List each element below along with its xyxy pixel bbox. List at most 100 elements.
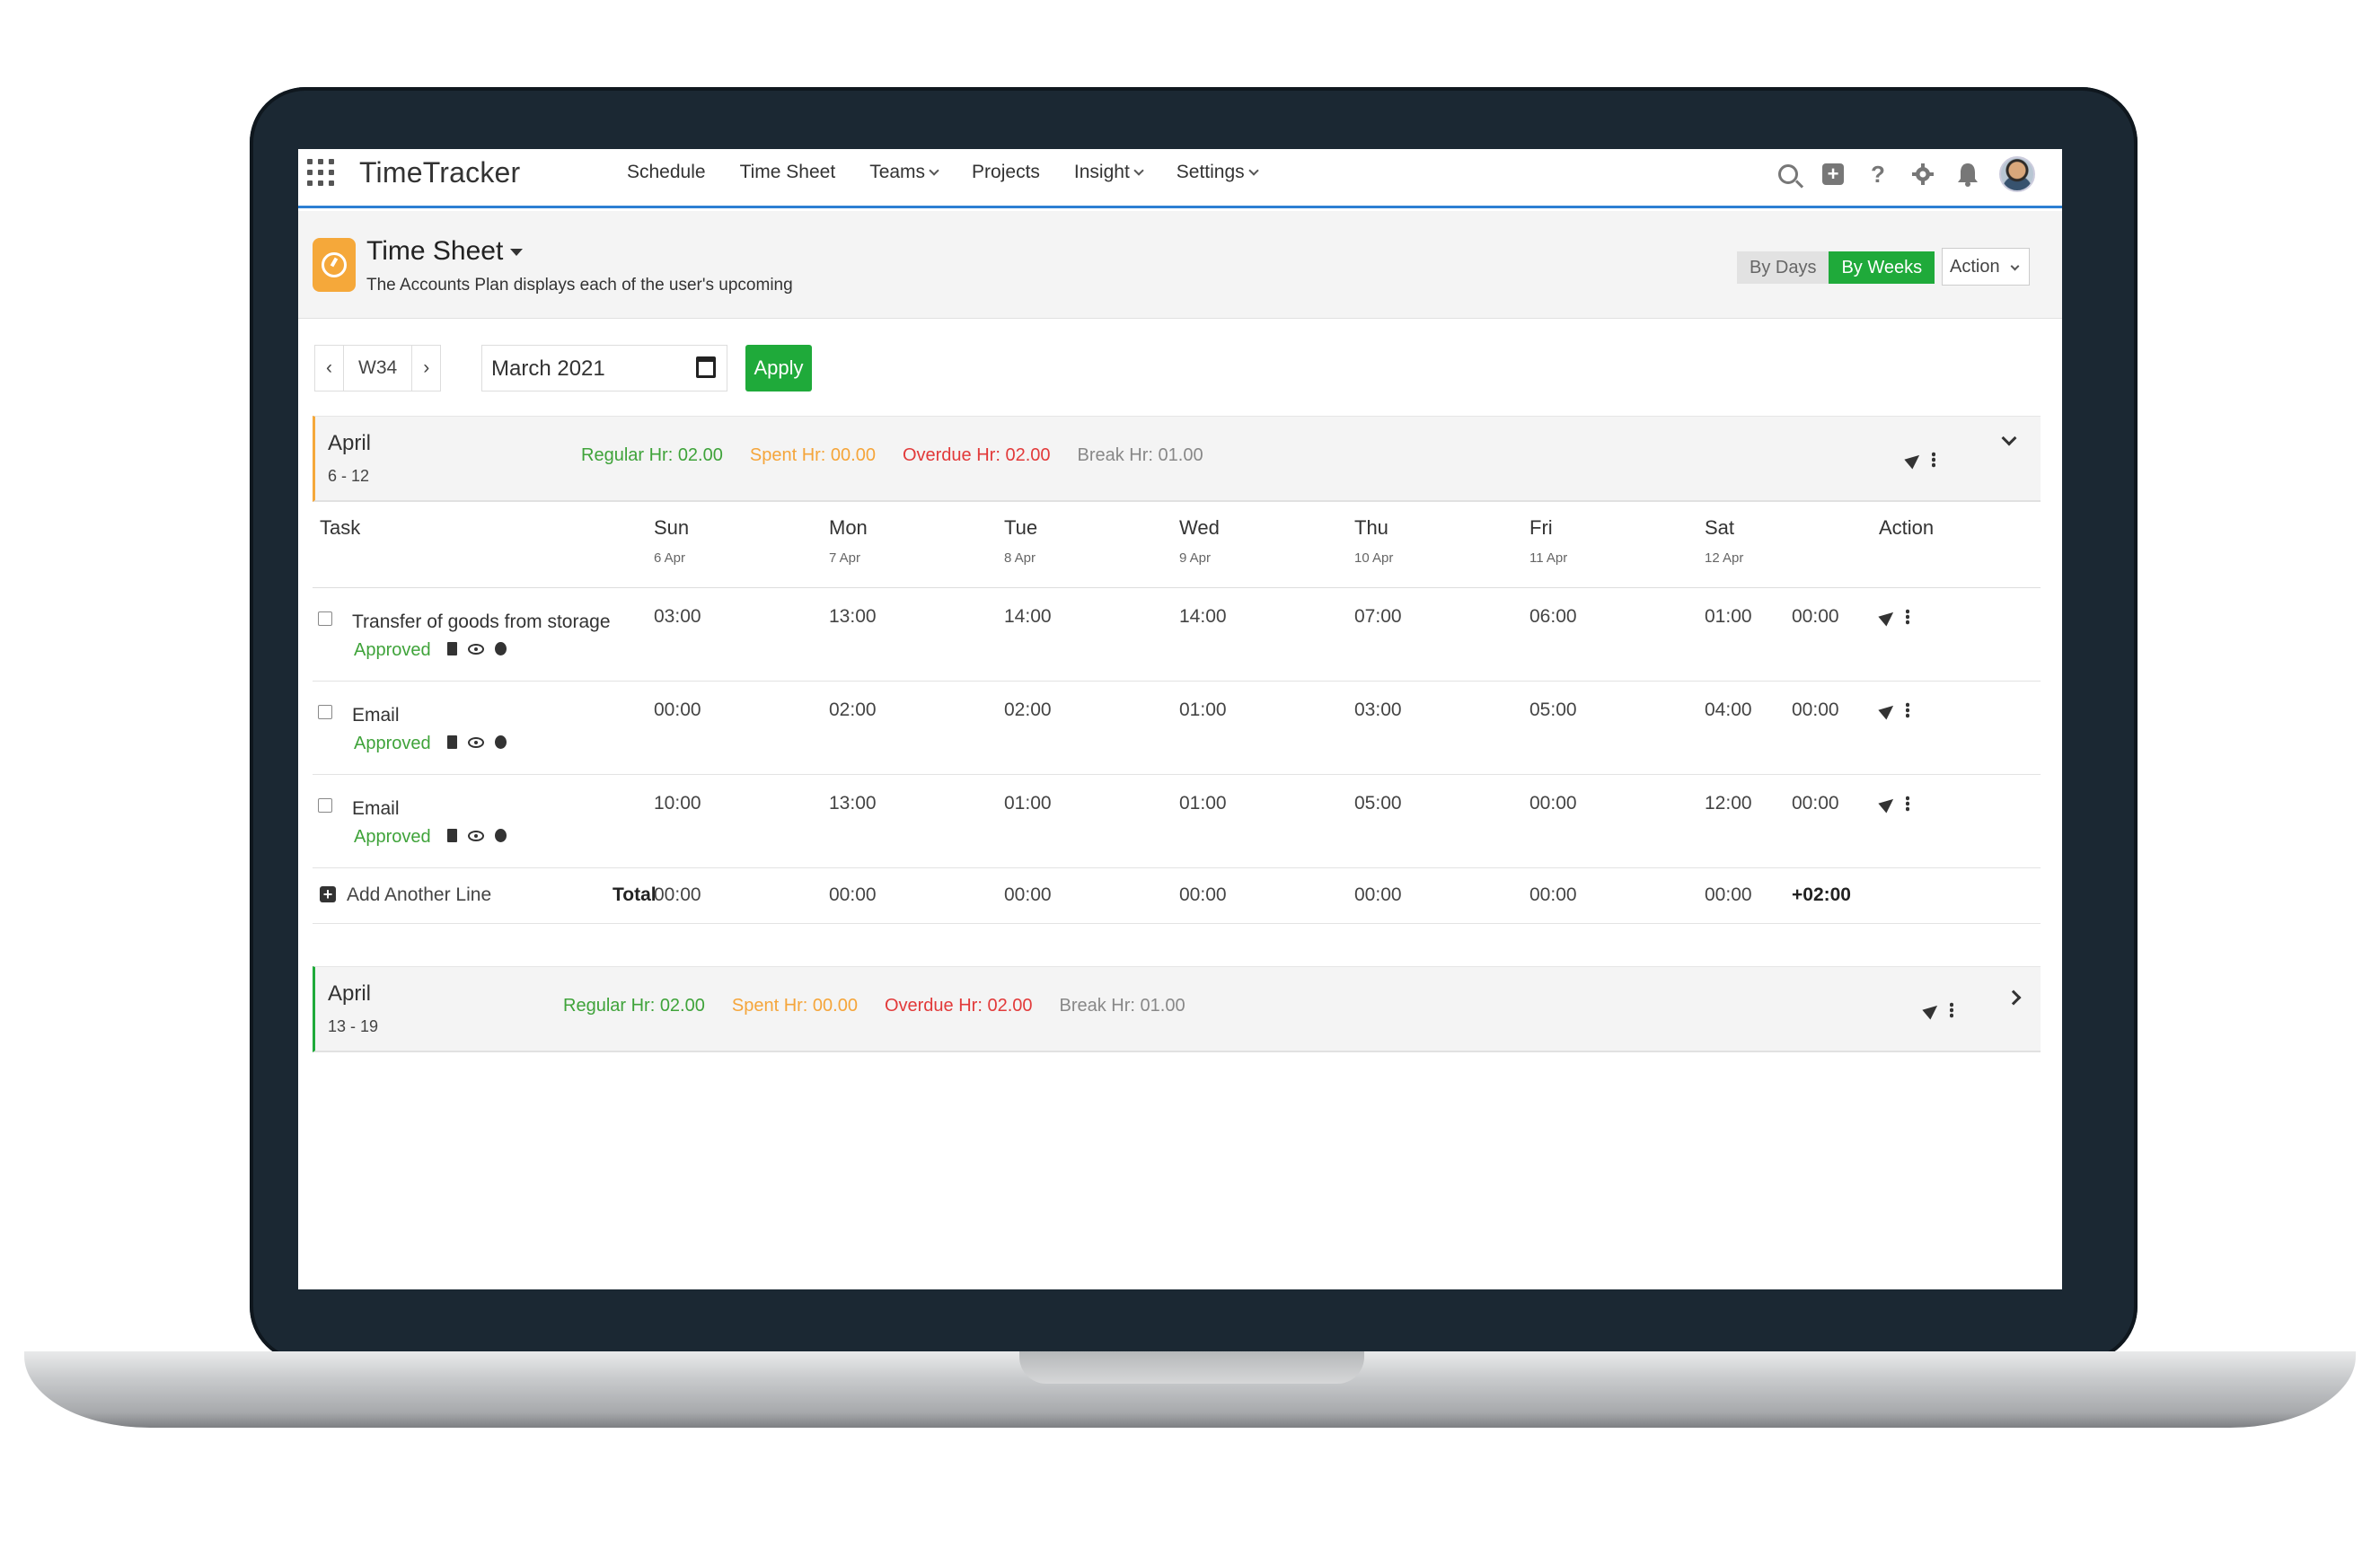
chevron-down-icon xyxy=(1133,165,1144,176)
task-name: Email xyxy=(352,798,400,819)
hours-cell[interactable]: 12:00 xyxy=(1705,793,1752,814)
hours-cell[interactable]: 03:00 xyxy=(1354,699,1402,721)
timesheet-table-header: Task Sun 6 Apr Mon 7 Apr Tue 8 Apr Wed 9 Apr… xyxy=(313,502,2041,588)
hours-cell[interactable]: 01:00 xyxy=(1004,793,1052,814)
break-hours: Break Hr: 01.00 xyxy=(1059,996,1186,1016)
week-panel-header[interactable]: April 6 - 12 Regular Hr: 02.00 Spent Hr:… xyxy=(313,416,2041,502)
document-icon[interactable] xyxy=(447,642,457,655)
add-line-icon[interactable]: + xyxy=(320,886,336,902)
main-menu: Schedule Time Sheet Teams Projects Insig… xyxy=(627,162,1291,183)
hours-cell[interactable]: 05:00 xyxy=(1354,793,1402,814)
info-icon[interactable] xyxy=(495,735,507,749)
row-checkbox[interactable] xyxy=(318,705,332,719)
spent-hours: Spent Hr: 00.00 xyxy=(749,445,876,465)
hours-cell[interactable]: 14:00 xyxy=(1179,606,1227,628)
prev-week-button[interactable]: ‹ xyxy=(315,346,344,391)
collapse-chevron-icon[interactable] xyxy=(2001,430,2017,446)
send-icon[interactable] xyxy=(1905,451,1923,469)
hours-cell[interactable]: 02:00 xyxy=(1004,699,1052,721)
hours-cell[interactable]: 01:00 xyxy=(1179,793,1227,814)
week-range: 13 - 19 xyxy=(328,1017,379,1035)
hours-cell[interactable]: 01:00 xyxy=(1179,699,1227,721)
page-title[interactable]: Time Sheet xyxy=(366,236,524,267)
day-header-sun: Sun 6 Apr xyxy=(654,516,690,566)
regular-hours: Regular Hr: 02.00 xyxy=(581,445,723,465)
hours-cell[interactable]: 14:00 xyxy=(1004,606,1052,628)
hours-cell[interactable]: 13:00 xyxy=(829,606,877,628)
status-badge: Approved xyxy=(354,827,431,847)
hours-cell[interactable]: 10:00 xyxy=(654,793,701,814)
row-actions xyxy=(1879,795,1909,813)
document-icon[interactable] xyxy=(447,735,457,749)
row-total: 00:00 xyxy=(1792,606,1839,627)
add-another-line-button[interactable]: Add Another Line xyxy=(347,884,491,906)
week-panel-header[interactable]: April 13 - 19 Regular Hr: 02.00 Spent Hr… xyxy=(313,966,2041,1052)
hours-cell[interactable]: 03:00 xyxy=(654,606,701,628)
send-icon[interactable] xyxy=(1879,795,1897,813)
task-icons xyxy=(447,642,507,655)
break-hours: Break Hr: 01.00 xyxy=(1077,445,1203,465)
menu-settings[interactable]: Settings xyxy=(1177,162,1259,183)
hours-cell[interactable]: 05:00 xyxy=(1529,699,1577,721)
more-vertical-icon[interactable] xyxy=(1950,1002,1953,1018)
notifications-button[interactable] xyxy=(1954,161,1981,188)
calendar-icon[interactable] xyxy=(696,356,716,378)
avatar[interactable] xyxy=(1999,156,2035,192)
send-icon[interactable] xyxy=(1879,608,1897,626)
hours-cell[interactable]: 04:00 xyxy=(1705,699,1752,721)
row-checkbox[interactable] xyxy=(318,798,332,813)
eye-icon[interactable] xyxy=(468,643,484,655)
eye-icon[interactable] xyxy=(468,736,484,748)
search-button[interactable] xyxy=(1775,161,1802,188)
regular-hours: Regular Hr: 02.00 xyxy=(563,996,705,1016)
menu-teams[interactable]: Teams xyxy=(869,162,939,183)
app-screen: TimeTracker Schedule Time Sheet Teams Pr… xyxy=(298,149,2062,1289)
apps-grid-icon[interactable] xyxy=(307,159,334,186)
month-picker-input[interactable]: March 2021 xyxy=(481,345,727,391)
next-week-button[interactable]: › xyxy=(412,346,440,391)
hours-cell[interactable]: 01:00 xyxy=(1705,606,1752,628)
chevron-down-icon xyxy=(929,165,939,176)
help-button[interactable]: ? xyxy=(1864,161,1891,188)
settings-button[interactable] xyxy=(1909,161,1936,188)
week-stats: Regular Hr: 02.00 Spent Hr: 00.00 Overdu… xyxy=(581,445,1203,466)
task-name: Email xyxy=(352,705,400,726)
send-icon[interactable] xyxy=(1879,701,1897,719)
send-icon[interactable] xyxy=(1923,1001,1941,1019)
day-total: 00:00 xyxy=(1004,884,1052,905)
row-checkbox[interactable] xyxy=(318,611,332,626)
week-month: April xyxy=(328,981,372,1006)
gear-icon xyxy=(1912,163,1934,185)
menu-time-sheet[interactable]: Time Sheet xyxy=(740,162,836,183)
eye-icon[interactable] xyxy=(468,830,484,841)
day-total: 00:00 xyxy=(1705,884,1752,905)
by-weeks-button[interactable]: By Weeks xyxy=(1829,251,1935,284)
more-vertical-icon[interactable] xyxy=(1906,609,1909,625)
more-vertical-icon[interactable] xyxy=(1932,452,1935,468)
hours-cell[interactable]: 07:00 xyxy=(1354,606,1402,628)
day-header-tue: Tue 8 Apr xyxy=(1004,516,1038,566)
action-dropdown[interactable]: Action xyxy=(1942,248,2030,286)
hours-cell[interactable]: 06:00 xyxy=(1529,606,1577,628)
row-total: 00:00 xyxy=(1792,793,1839,814)
hours-cell[interactable]: 02:00 xyxy=(829,699,877,721)
expand-chevron-icon[interactable] xyxy=(2005,990,2022,1006)
info-icon[interactable] xyxy=(495,642,507,655)
task-icons xyxy=(447,829,507,842)
document-icon[interactable] xyxy=(447,829,457,842)
menu-projects[interactable]: Projects xyxy=(972,162,1040,183)
task-name: Transfer of goods from storage xyxy=(352,611,611,632)
more-vertical-icon[interactable] xyxy=(1906,702,1909,718)
chevron-down-icon xyxy=(2010,261,2020,271)
menu-schedule[interactable]: Schedule xyxy=(627,162,706,183)
apply-button[interactable]: Apply xyxy=(745,345,812,391)
more-vertical-icon[interactable] xyxy=(1906,796,1909,812)
hours-cell[interactable]: 00:00 xyxy=(654,699,701,721)
info-icon[interactable] xyxy=(495,829,507,842)
by-days-button[interactable]: By Days xyxy=(1737,251,1829,284)
hours-cell[interactable]: 13:00 xyxy=(829,793,877,814)
hours-cell[interactable]: 00:00 xyxy=(1529,793,1577,814)
add-button[interactable]: + xyxy=(1820,161,1847,188)
action-column-header: Action xyxy=(1879,516,1935,539)
menu-insight[interactable]: Insight xyxy=(1074,162,1144,183)
